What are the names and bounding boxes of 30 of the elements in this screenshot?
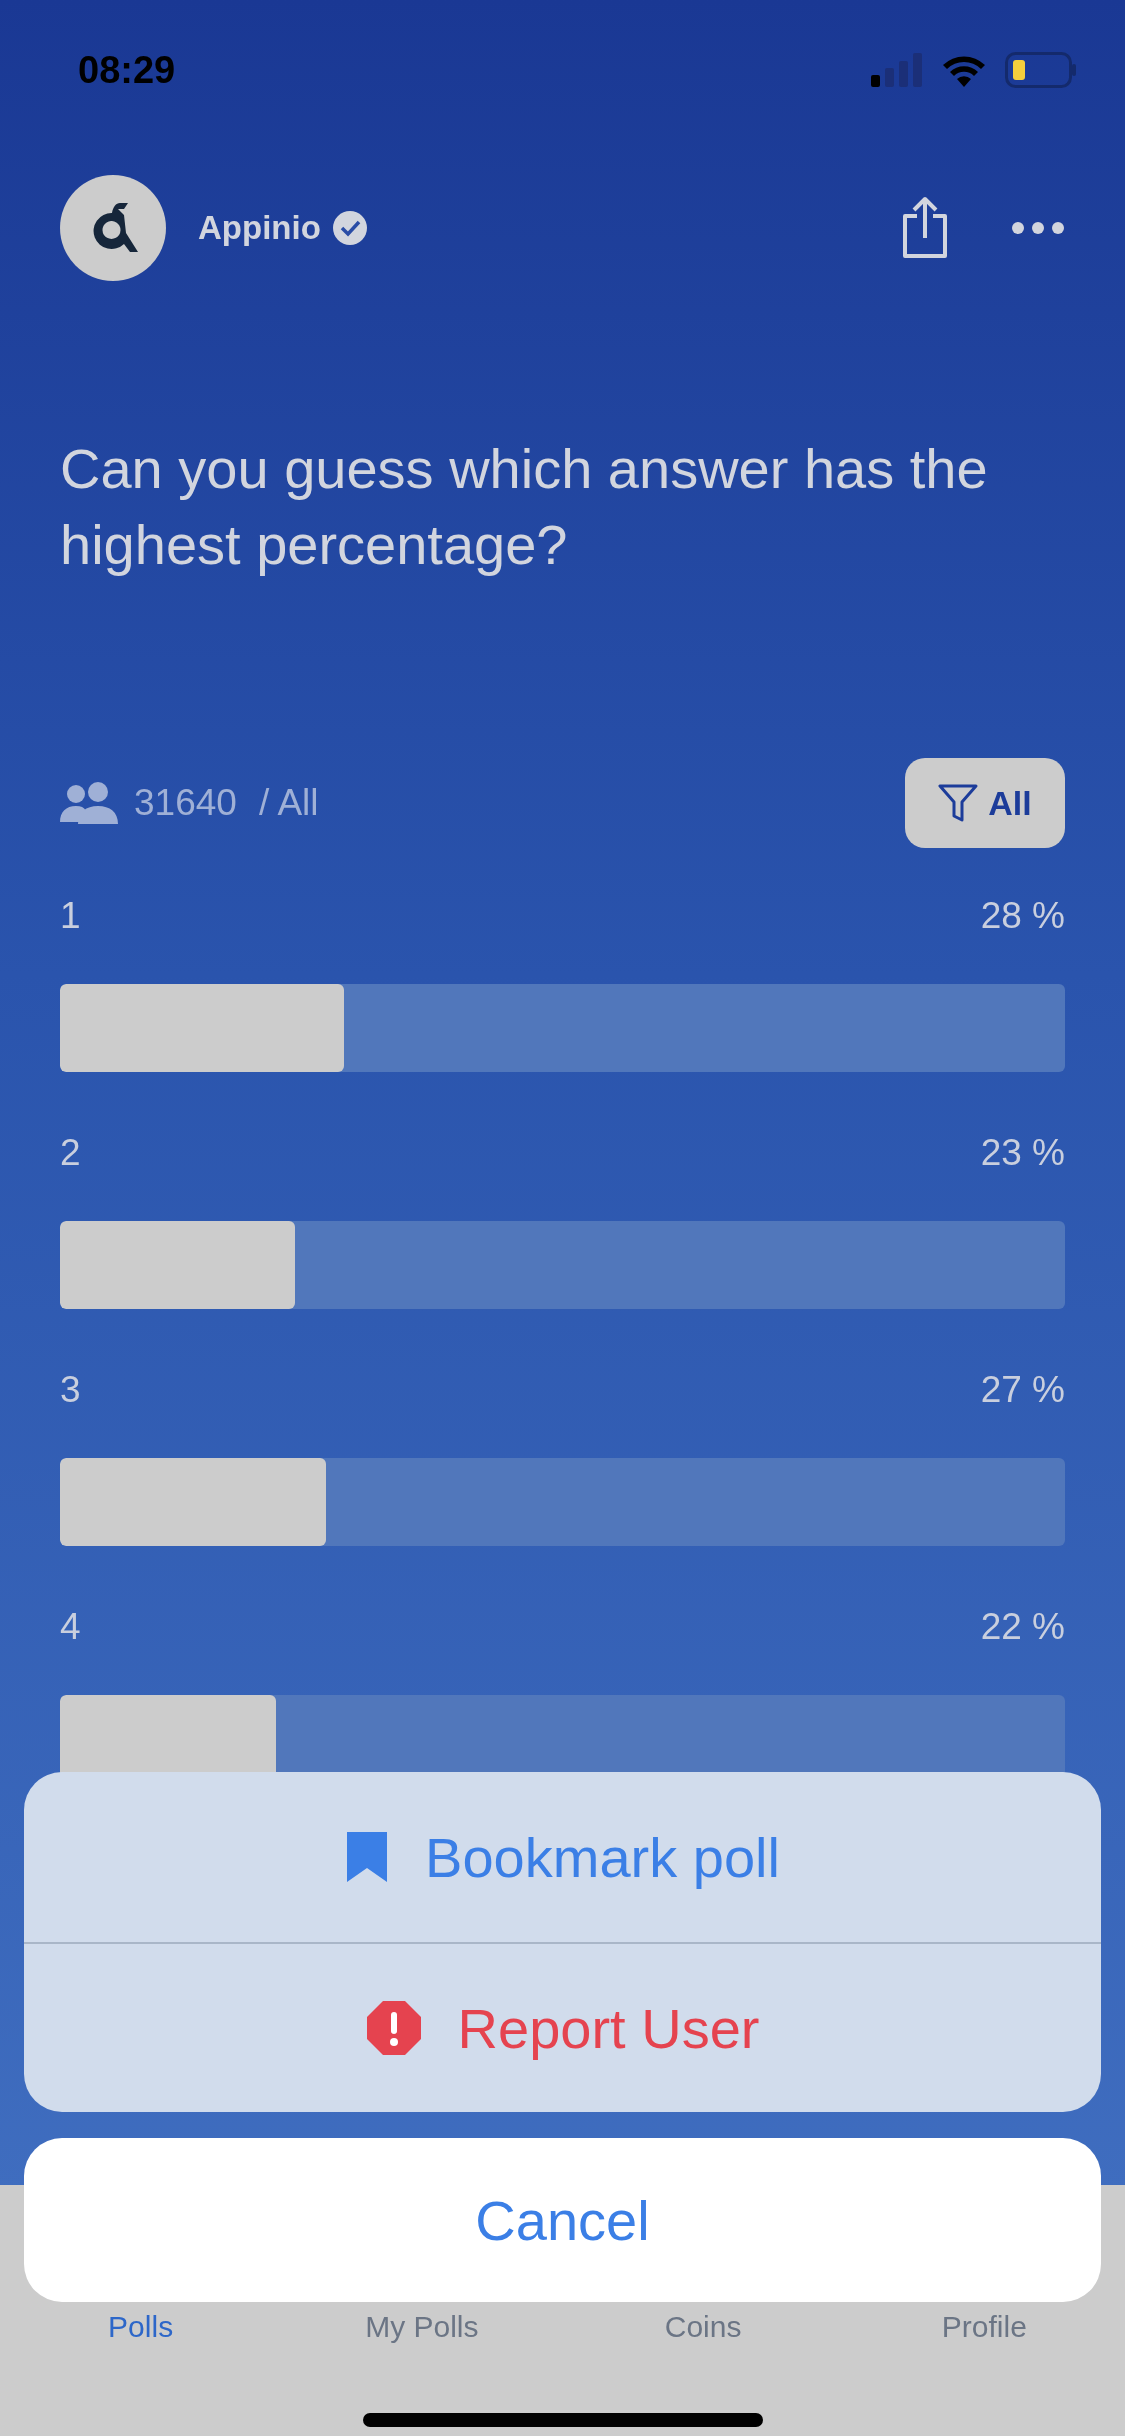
wifi-icon xyxy=(941,53,987,87)
tab-item[interactable]: Coins xyxy=(603,2311,804,2343)
clock-time: 08:29 xyxy=(78,48,176,92)
filter-icon xyxy=(938,784,979,822)
warning-icon xyxy=(365,2000,422,2056)
participant-count: 31640 xyxy=(134,782,237,824)
answer-label: 3 xyxy=(60,1369,81,1411)
action-button[interactable]: Report User xyxy=(24,1942,1101,2112)
tab-item[interactable]: Polls xyxy=(40,2311,241,2343)
bookmark-icon xyxy=(345,1830,390,1884)
tab-item[interactable]: Profile xyxy=(884,2311,1085,2343)
poll-question: Can you guess which answer has the highest percentage? xyxy=(60,436,989,578)
filter-button[interactable]: All xyxy=(905,758,1065,848)
cancel-button[interactable]: Cancel xyxy=(24,2138,1101,2302)
verified-icon xyxy=(332,211,367,245)
audience-scope: / All xyxy=(258,782,319,824)
answer-percentage: 22 % xyxy=(980,1606,1065,1648)
battery-icon xyxy=(1005,52,1077,88)
account-name[interactable]: Appinio xyxy=(198,209,321,247)
action-button[interactable]: Bookmark poll xyxy=(24,1772,1101,1942)
answer-label: 2 xyxy=(60,1132,81,1174)
people-icon xyxy=(60,782,118,824)
answer-percentage: 27 % xyxy=(980,1369,1065,1411)
tab-item[interactable]: My Polls xyxy=(321,2311,522,2343)
answer-percentage: 23 % xyxy=(980,1132,1065,1174)
signal-icon xyxy=(871,53,923,87)
answer-label: 4 xyxy=(60,1606,81,1648)
answer-percentage: 28 % xyxy=(980,895,1065,937)
answer-label: 1 xyxy=(60,895,81,937)
more-icon[interactable] xyxy=(1011,221,1065,235)
